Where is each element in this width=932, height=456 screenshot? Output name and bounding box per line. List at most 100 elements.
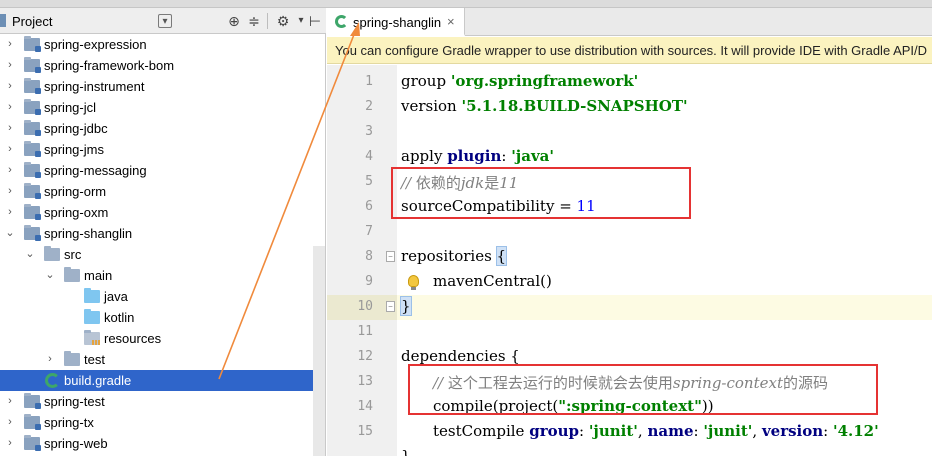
tab-spring-shanglin[interactable]: spring-shanglin × bbox=[327, 8, 465, 36]
tree-item-src[interactable]: ⌄ src bbox=[0, 244, 325, 265]
module-folder-icon bbox=[24, 183, 41, 199]
code-line-9[interactable]: mavenCentral() bbox=[433, 272, 552, 290]
chevron-down-icon[interactable]: ⌄ bbox=[24, 247, 36, 261]
tree-item-label: main bbox=[84, 268, 113, 283]
tree-item-spring-jdbc[interactable]: › spring-jdbc bbox=[0, 118, 325, 139]
collapse-all-icon[interactable]: ≑ bbox=[245, 12, 263, 30]
tree-item-label: spring-expression bbox=[44, 37, 147, 52]
chevron-down-icon[interactable]: ⌄ bbox=[44, 268, 56, 282]
line-number: 7 bbox=[365, 224, 373, 239]
tree-item-spring-expression[interactable]: › spring-expression bbox=[0, 34, 325, 55]
chevron-right-icon[interactable]: › bbox=[4, 415, 16, 429]
chevron-right-icon[interactable]: › bbox=[4, 436, 16, 450]
chevron-right-icon[interactable]: › bbox=[4, 394, 16, 408]
module-folder-icon bbox=[24, 162, 41, 178]
tree-item-spring-web[interactable]: › spring-web bbox=[0, 433, 325, 454]
tree-item-label: spring-jcl bbox=[44, 100, 97, 115]
tree-item-label: test bbox=[84, 352, 105, 367]
lightbulb-icon[interactable] bbox=[408, 275, 419, 290]
chevron-right-icon[interactable]: › bbox=[4, 37, 16, 51]
module-folder-icon bbox=[24, 225, 41, 241]
line-number: 9 bbox=[365, 274, 373, 289]
tree-item-spring-orm[interactable]: › spring-orm bbox=[0, 181, 325, 202]
tree-item-label: kotlin bbox=[104, 310, 135, 325]
tree-item-spring-framework-bom[interactable]: › spring-framework-bom bbox=[0, 55, 325, 76]
line-number: 10 bbox=[357, 299, 373, 314]
gradle-icon bbox=[45, 373, 60, 388]
code-line-2[interactable]: version '5.1.18.BUILD-SNAPSHOT' bbox=[401, 97, 688, 115]
target-icon[interactable]: ⊕ bbox=[225, 12, 243, 30]
folder-icon bbox=[64, 267, 80, 282]
tree-item-spring-instrument[interactable]: › spring-instrument bbox=[0, 76, 325, 97]
chevron-right-icon[interactable]: › bbox=[44, 352, 56, 366]
tab-label: spring-shanglin bbox=[353, 15, 442, 30]
tree-item-build-gradle[interactable]: build.gradle bbox=[0, 370, 325, 391]
module-folder-icon bbox=[24, 141, 41, 157]
code-line-12[interactable]: dependencies { bbox=[401, 347, 520, 365]
project-tree-scrollbar[interactable] bbox=[313, 246, 325, 456]
code-line-16[interactable]: } bbox=[401, 447, 411, 456]
tree-item-label: resources bbox=[104, 331, 162, 346]
module-folder-icon bbox=[24, 78, 41, 94]
line-number: 3 bbox=[365, 124, 373, 139]
module-folder-icon bbox=[24, 393, 41, 409]
module-folder-icon bbox=[24, 99, 41, 115]
tree-item-label: java bbox=[104, 289, 128, 304]
code-line-15[interactable]: testCompile group: 'junit', name: 'junit… bbox=[433, 422, 879, 440]
chevron-right-icon[interactable]: › bbox=[4, 100, 16, 114]
tree-item-kotlin[interactable]: kotlin bbox=[0, 307, 325, 328]
module-folder-icon bbox=[24, 57, 41, 73]
line-number: 4 bbox=[365, 149, 373, 164]
gradle-icon bbox=[335, 15, 348, 28]
hide-icon[interactable]: ⊢ bbox=[306, 12, 324, 30]
chevron-right-icon[interactable]: › bbox=[4, 142, 16, 156]
chevron-right-icon[interactable]: › bbox=[4, 79, 16, 93]
fold-marker-icon[interactable]: − bbox=[386, 301, 395, 312]
code-line-1[interactable]: group 'org.springframework' bbox=[401, 72, 638, 90]
tree-item-spring-oxm[interactable]: › spring-oxm bbox=[0, 202, 325, 223]
code-line-4[interactable]: apply plugin: 'java' bbox=[401, 147, 554, 165]
line-number: 1 bbox=[365, 74, 373, 89]
tree-item-spring-messaging[interactable]: › spring-messaging bbox=[0, 160, 325, 181]
chevron-right-icon[interactable]: › bbox=[4, 205, 16, 219]
module-folder-icon bbox=[24, 120, 41, 136]
line-number: 5 bbox=[365, 174, 373, 189]
tree-item-spring-shanglin[interactable]: ⌄ spring-shanglin bbox=[0, 223, 325, 244]
tree-item-label: spring-messaging bbox=[44, 163, 147, 178]
close-icon[interactable]: × bbox=[447, 14, 455, 29]
code-line-8[interactable]: repositories { bbox=[401, 246, 508, 266]
tree-item-main[interactable]: ⌄ main bbox=[0, 265, 325, 286]
line-number: 2 bbox=[365, 99, 373, 114]
chevron-right-icon[interactable]: › bbox=[4, 58, 16, 72]
tree-item-label: spring-jdbc bbox=[44, 121, 108, 136]
chevron-right-icon[interactable]: › bbox=[4, 184, 16, 198]
line-number: 13 bbox=[357, 374, 373, 389]
tree-item-java[interactable]: java bbox=[0, 286, 325, 307]
caret-line-highlight bbox=[327, 295, 932, 320]
tree-item-test[interactable]: › test bbox=[0, 349, 325, 370]
fold-marker-icon[interactable]: − bbox=[386, 251, 395, 262]
chevron-right-icon[interactable]: › bbox=[4, 121, 16, 135]
chevron-down-icon[interactable]: ⌄ bbox=[4, 226, 16, 240]
tree-item-spring-jcl[interactable]: › spring-jcl bbox=[0, 97, 325, 118]
tree-item-label: spring-orm bbox=[44, 184, 107, 199]
module-folder-icon bbox=[24, 204, 41, 220]
editor-tab-bar: spring-shanglin × bbox=[327, 8, 932, 36]
line-number: 11 bbox=[357, 324, 373, 339]
chevron-down-icon[interactable]: ▾ bbox=[158, 14, 172, 28]
tree-item-spring-test[interactable]: › spring-test bbox=[0, 391, 325, 412]
chevron-right-icon[interactable]: › bbox=[4, 163, 16, 177]
tree-item-label: spring-framework-bom bbox=[44, 58, 175, 73]
window-title-strip bbox=[0, 0, 932, 8]
line-number: 15 bbox=[357, 424, 373, 439]
module-folder-icon bbox=[24, 36, 41, 52]
tree-item-spring-tx[interactable]: › spring-tx bbox=[0, 412, 325, 433]
module-folder-icon bbox=[24, 414, 41, 430]
tree-item-label: spring-shanglin bbox=[44, 226, 133, 241]
gear-icon[interactable]: ⚙ bbox=[274, 12, 292, 30]
tree-item-spring-jms[interactable]: › spring-jms bbox=[0, 139, 325, 160]
tree-item-resources[interactable]: resources bbox=[0, 328, 325, 349]
line-number: 12 bbox=[357, 349, 373, 364]
code-line-10[interactable]: } bbox=[400, 296, 412, 316]
line-number: 6 bbox=[365, 199, 373, 214]
